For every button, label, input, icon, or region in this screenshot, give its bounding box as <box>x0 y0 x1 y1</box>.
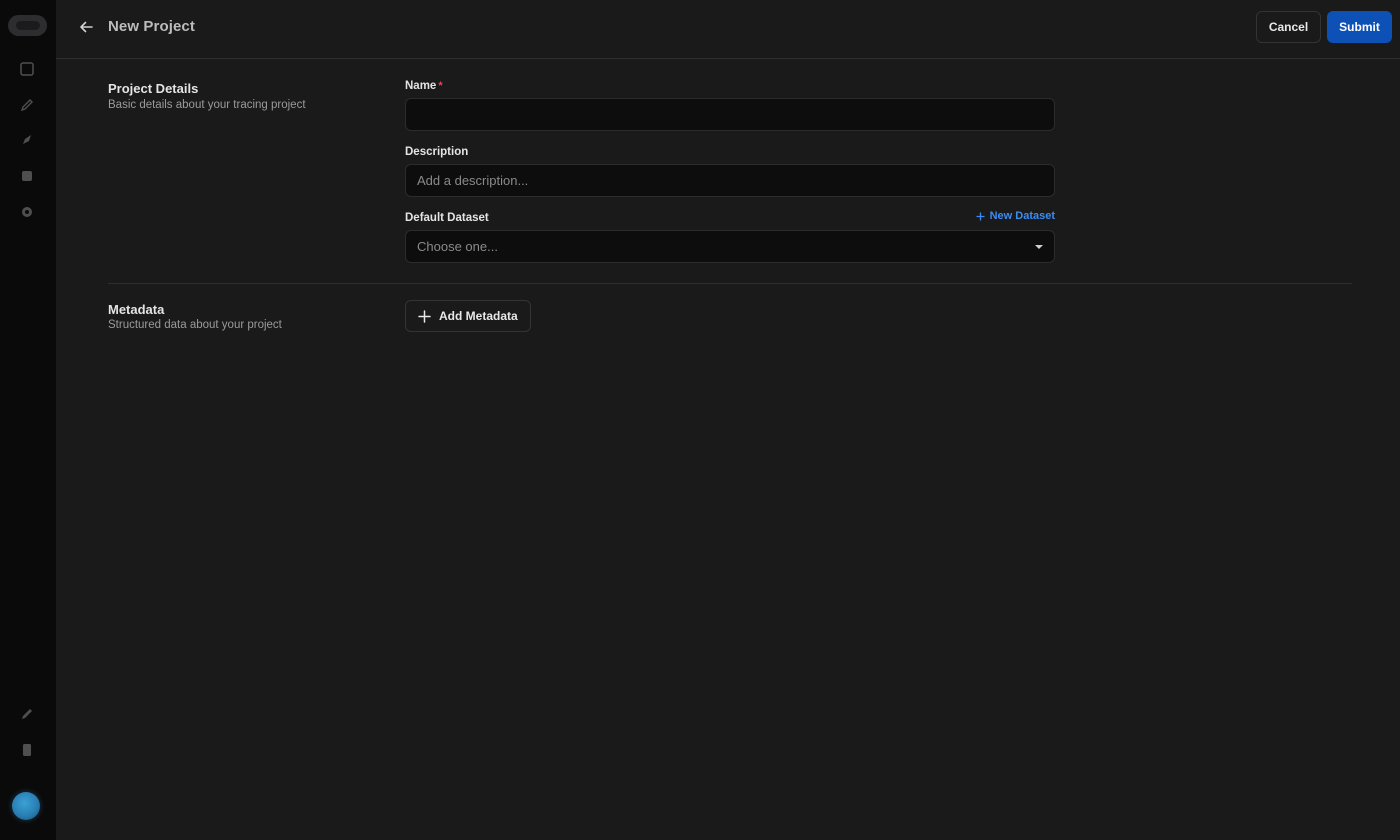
dataset-icon[interactable] <box>19 168 35 184</box>
settings-icon[interactable] <box>19 204 35 220</box>
name-label: Name * <box>405 80 443 92</box>
default-dataset-placeholder: Choose one... <box>417 239 498 254</box>
chevron-down-icon <box>1035 244 1043 249</box>
back-button[interactable] <box>76 17 96 37</box>
metadata-subtitle: Structured data about your project <box>108 319 282 331</box>
plus-icon <box>976 212 985 220</box>
description-input[interactable] <box>405 164 1055 197</box>
submit-button[interactable]: Submit <box>1327 11 1392 43</box>
sidebar <box>0 0 56 840</box>
top-bar: New Project Cancel Submit <box>56 0 1400 59</box>
name-label-text: Name <box>405 80 437 92</box>
main-content: New Project Cancel Submit Project Detail… <box>56 0 1400 840</box>
metadata-title: Metadata <box>108 302 165 317</box>
new-dataset-label: New Dataset <box>989 210 1055 222</box>
add-metadata-button[interactable]: Add Metadata <box>405 300 531 332</box>
add-metadata-label: Add Metadata <box>439 309 518 323</box>
description-label: Description <box>405 146 469 158</box>
rocket-icon[interactable] <box>19 132 35 148</box>
new-dataset-link[interactable]: New Dataset <box>976 210 1055 222</box>
plus-icon <box>418 309 431 323</box>
name-input[interactable] <box>405 98 1055 131</box>
project-details-subtitle: Basic details about your tracing project <box>108 99 306 111</box>
arrow-left-icon <box>80 21 93 33</box>
page-title: New Project <box>108 18 195 35</box>
required-mark: * <box>438 80 443 92</box>
document-icon[interactable] <box>19 742 35 758</box>
app-window: New Project Cancel Submit Project Detail… <box>0 0 1400 840</box>
section-divider <box>108 283 1352 284</box>
logo-icon[interactable] <box>8 15 47 36</box>
cancel-button[interactable]: Cancel <box>1256 11 1321 43</box>
default-dataset-label: Default Dataset <box>405 212 489 224</box>
pencil-icon[interactable] <box>19 97 35 113</box>
home-icon[interactable] <box>19 61 35 77</box>
avatar[interactable] <box>12 792 40 820</box>
edit-icon[interactable] <box>19 706 35 722</box>
default-dataset-select[interactable]: Choose one... <box>405 230 1055 263</box>
project-details-title: Project Details <box>108 81 199 96</box>
